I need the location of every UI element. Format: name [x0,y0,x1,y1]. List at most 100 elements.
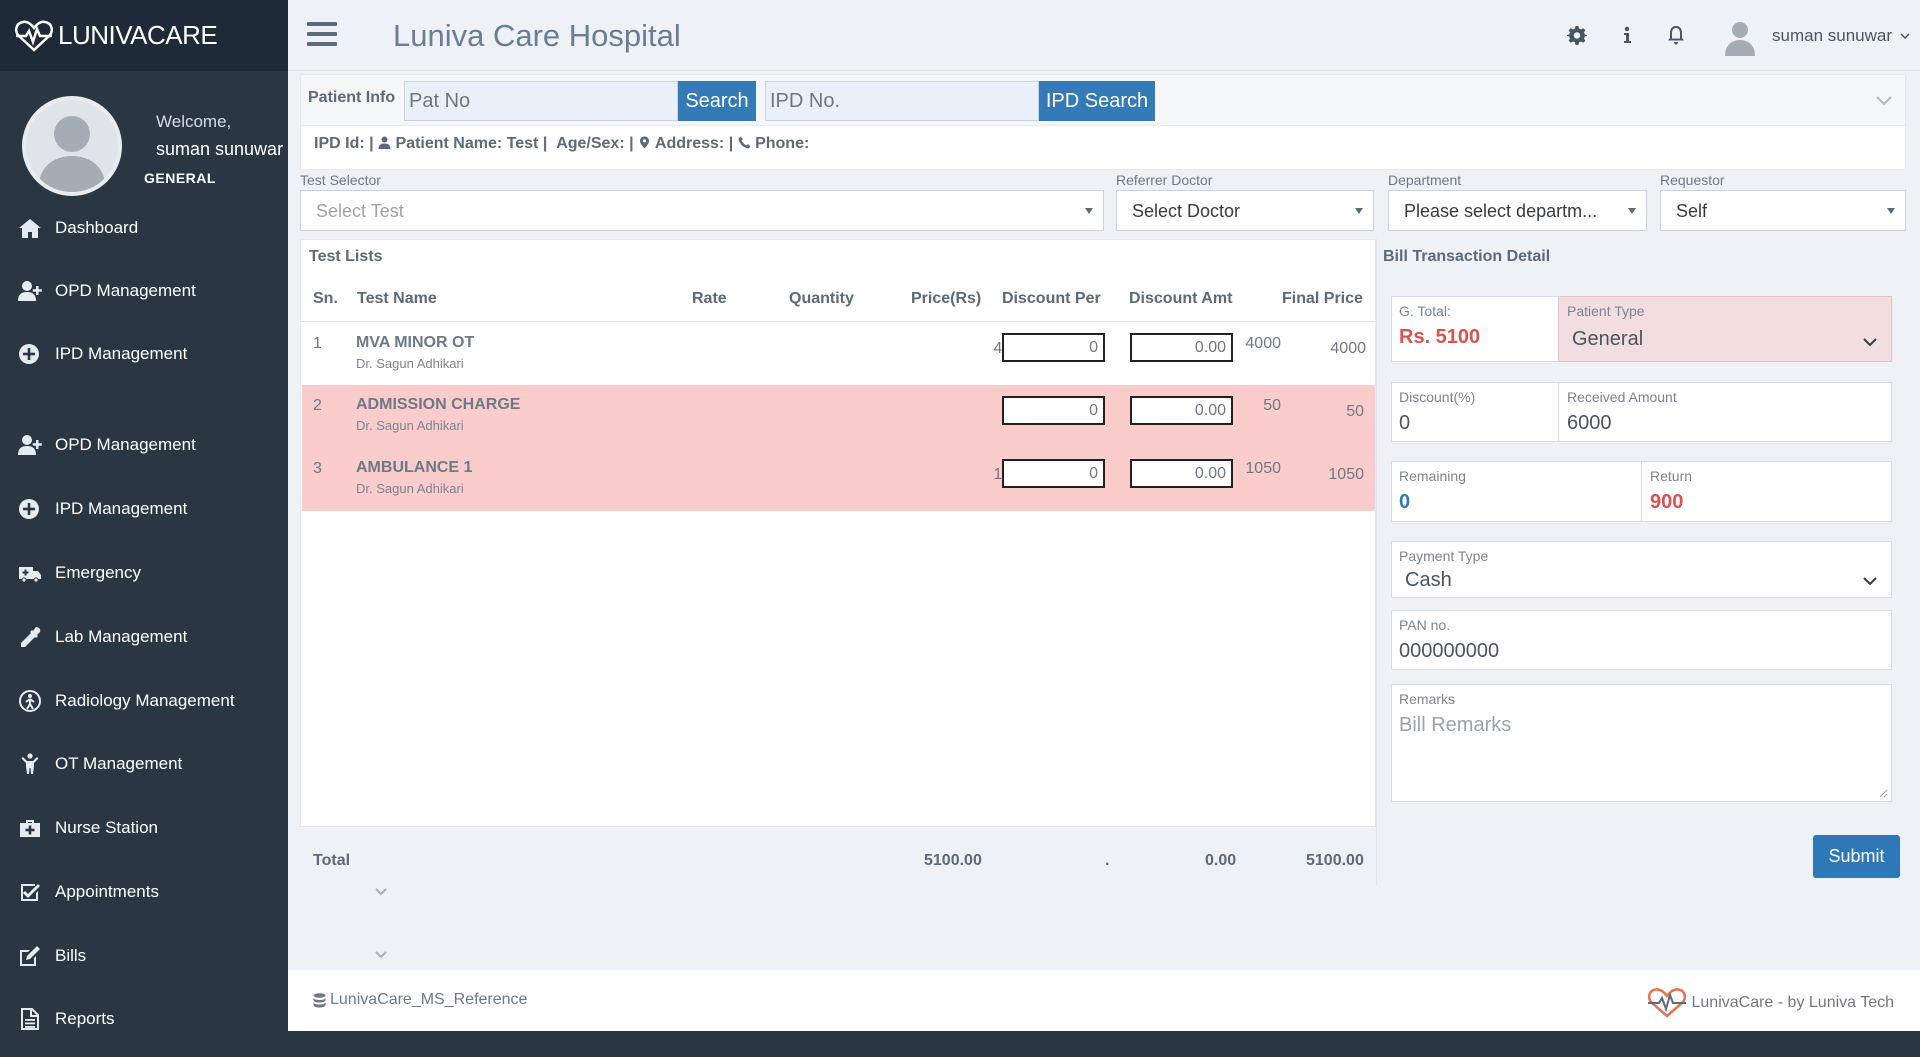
bell-icon[interactable] [1665,24,1687,46]
sidebar-item-ipd-management[interactable]: IPD Management [0,334,288,374]
user-menu[interactable]: suman sunuwar [1772,26,1910,46]
eyedropper-icon [16,626,44,648]
sidebar-item-radiology-management[interactable]: Radiology Management [0,681,288,721]
user-icon [378,136,391,149]
pan-no-field[interactable]: PAN no. 000000000 [1391,610,1892,670]
map-marker-icon [640,136,650,149]
radiation-icon [16,690,44,712]
sidebar-item-nurse-station[interactable]: Nurse Station [0,808,288,848]
row-doctor: Dr. Sagun Adhikari [356,481,464,496]
sidebar: LUNIVACARE Welcome, suman sunuwar GENERA… [0,0,288,1057]
department-value: Please select departm... [1404,201,1598,221]
department-select[interactable]: Please select departm... [1388,190,1647,231]
ipd-search-button[interactable]: IPD Search [1039,81,1155,121]
welcome-text: Welcome, [156,112,232,131]
grand-total-label: G. Total: [1399,303,1451,319]
table-row: 3 AMBULANCE 1 Dr. Sagun Adhikari 1050 1 … [302,448,1375,511]
info-icon[interactable] [1616,24,1638,46]
sidebar-item-lab-management[interactable]: Lab Management [0,617,288,657]
discount-per-input[interactable] [1002,333,1105,362]
referrer-doctor-select[interactable]: Select Doctor [1116,190,1374,231]
ambulance-icon [16,562,44,584]
patient-name-label: Patient Name: [395,135,503,152]
sidebar-item-emergency[interactable]: Emergency [0,553,288,593]
patient-type-select[interactable]: Patient Type General [1558,296,1892,362]
user-profile: Welcome, suman sunuwar GENERAL [0,71,288,201]
chevron-down-icon[interactable] [1875,91,1893,109]
patient-type-value: General [1572,328,1644,350]
total-label: Total [313,852,351,869]
remaining-value: 0 [1399,491,1411,513]
col-price: Price(Rs) [911,290,982,307]
heart-pulse-icon [1647,988,1686,1018]
sidebar-item-ot-management[interactable]: OT Management [0,744,288,784]
patient-info-label: Patient Info [308,89,396,106]
row-price: 4000 [1245,335,1281,352]
received-amount-field[interactable]: Received Amount 6000 [1558,382,1892,442]
medkit-icon [16,817,44,839]
brand-logo[interactable]: LUNIVACARE [0,0,288,71]
received-amount-label: Received Amount [1567,389,1677,405]
header-username: suman sunuwar [1772,26,1893,45]
page-title: Luniva Care Hospital [393,18,681,53]
total-final-price: 5100.00 [1306,852,1364,869]
total-price: 5100.00 [924,852,982,869]
remarks-label: Remarks [1399,691,1456,707]
discount-amt-input[interactable] [1130,459,1233,488]
header-avatar[interactable] [1722,18,1758,56]
sidebar-item-label: Dashboard [55,218,139,237]
sidebar-item-opd-management[interactable]: OPD Management [0,271,288,311]
child-icon [16,753,44,775]
discount-amt-input[interactable] [1130,333,1233,362]
return-box: Return 900 [1641,461,1892,522]
discount-amt-input[interactable] [1130,396,1233,425]
received-amount-value: 6000 [1567,412,1612,434]
sidebar-item-appointments[interactable]: Appointments [0,872,288,912]
remarks-field[interactable]: Remarks Bill Remarks [1391,684,1892,802]
col-quantity: Quantity [789,290,854,307]
search-button[interactable]: Search [678,81,756,121]
sidebar-item-dashboard[interactable]: Dashboard [0,208,288,248]
file-icon [16,1008,44,1030]
discount-per-input[interactable] [1002,459,1105,488]
sidebar-item-label: IPD Management [55,344,188,363]
hamburger-menu-icon[interactable] [307,22,337,46]
avatar[interactable] [22,96,122,196]
row-final-price: 1050 [1328,466,1364,483]
ipd-no-input[interactable] [765,81,1039,121]
sidebar-item-reports[interactable]: Reports [0,999,288,1039]
gear-icon[interactable] [1566,24,1588,46]
home-icon [16,217,44,239]
ipd-id-label: IPD Id: | [314,135,374,152]
age-sex-label: Age/Sex: | [556,135,634,152]
test-lists-title: Test Lists [309,248,383,265]
total-discount-amt: 0.00 [1205,852,1237,869]
test-selector[interactable]: Select Test [300,190,1104,231]
requestor-select[interactable]: Self [1660,190,1906,231]
chevron-down-icon[interactable] [374,949,388,961]
test-selector-value: Select Test [316,201,404,221]
resize-handle-icon[interactable] [1878,788,1888,798]
col-final-price: Final Price [1282,290,1363,307]
bill-transaction-title: Bill Transaction Detail [1383,248,1551,265]
pat-no-input[interactable] [404,81,678,121]
user-plus-icon [16,280,44,302]
remaining-label: Remaining [1399,468,1466,484]
chevron-down-icon[interactable] [374,886,388,898]
payment-type-select[interactable]: Payment Type Cash [1391,541,1892,598]
submit-button[interactable]: Submit [1813,835,1900,878]
discount-label: Discount(%) [1399,389,1476,405]
chevron-down-icon [1900,33,1910,40]
phone-icon [738,136,751,149]
sidebar-item-opd-management-2[interactable]: OPD Management [0,425,288,465]
row-sn: 1 [313,335,322,352]
edit-icon [16,945,44,967]
row-final-price: 50 [1346,403,1364,420]
sidebar-item-bills[interactable]: Bills [0,936,288,976]
discount-per-input[interactable] [1002,396,1105,425]
discount-field[interactable]: Discount(%) 0 [1391,382,1559,442]
return-label: Return [1650,468,1693,484]
sidebar-item-ipd-management-2[interactable]: IPD Management [0,489,288,529]
col-test-name: Test Name [357,290,437,307]
requestor-label: Requestor [1660,172,1725,188]
